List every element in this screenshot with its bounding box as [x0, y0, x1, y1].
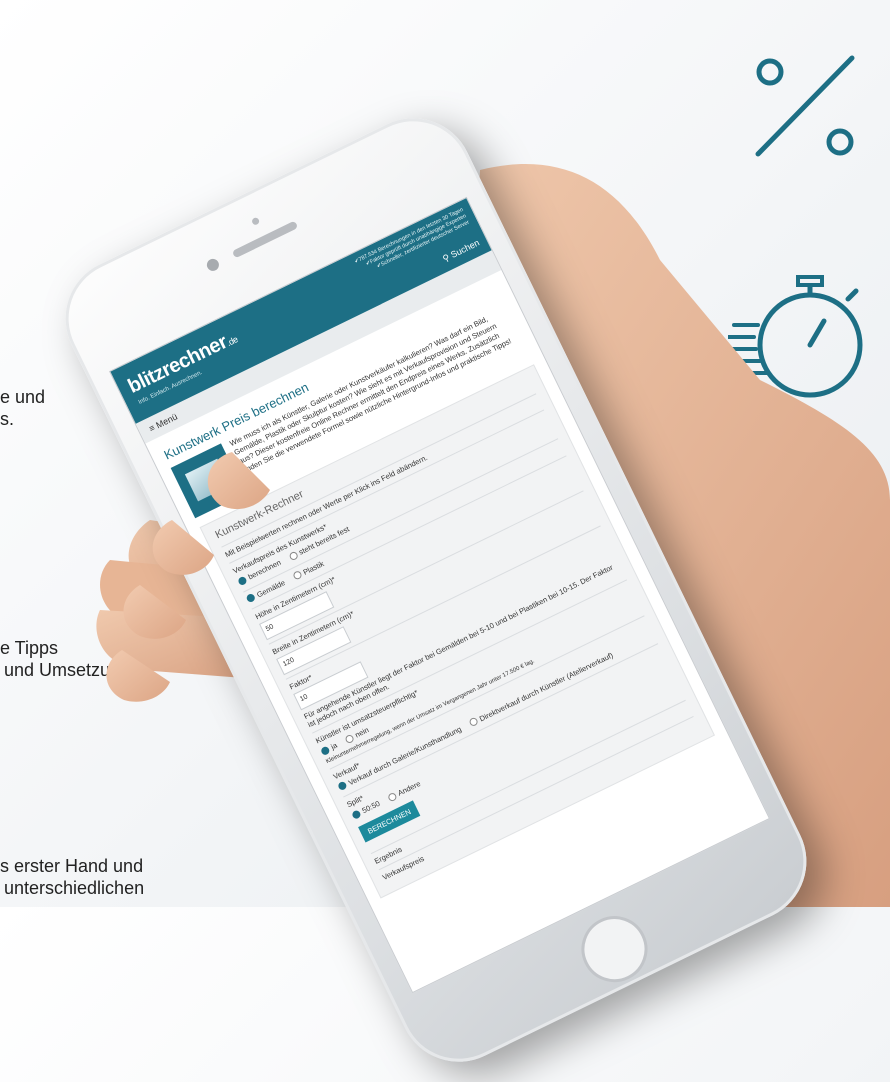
- search-label: Suchen: [449, 237, 481, 260]
- menu-label: Menü: [154, 411, 179, 431]
- logo-tld: .de: [225, 334, 240, 349]
- radio-label: ja: [329, 740, 339, 752]
